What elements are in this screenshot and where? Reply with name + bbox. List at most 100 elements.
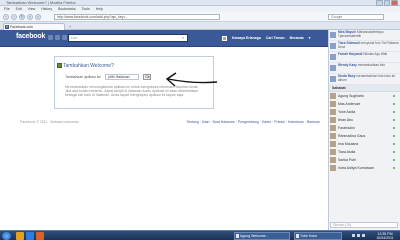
online-status-icon — [393, 95, 395, 97]
facebook-search-input[interactable]: Cari — [68, 34, 188, 42]
chat-name: Ibran Abu — [338, 118, 353, 122]
chat-contact[interactable]: Rahmadina Gaus — [329, 132, 400, 140]
chat-avatar — [330, 125, 336, 131]
ticker-item[interactable]: Farrah Haryandi Nikolas Ayu Wati — [329, 52, 400, 63]
tab-facebook[interactable]: f Facebook.com — [3, 23, 65, 30]
footer-copyright: Facebook © 2011 · Bahasa Indonesia — [20, 120, 79, 124]
address-bar[interactable]: http://www.facebook.com/add.php?api_key=… — [54, 14, 220, 20]
add-to-row: Tambahkan aplikasi ke: pilih Halaman Ok — [65, 74, 152, 80]
menu-view[interactable]: View — [28, 7, 36, 11]
firefox-icon[interactable] — [36, 232, 44, 240]
taskbar-task[interactable]: Agung Welcome... — [234, 232, 290, 240]
home-link[interactable]: Beranda — [290, 35, 304, 41]
profile-link[interactable]: Kawaya Erlanaga — [232, 35, 261, 41]
chat-avatar — [330, 117, 336, 123]
online-status-icon — [393, 167, 395, 169]
menu-tools[interactable]: Tools — [82, 7, 90, 11]
chat-contact[interactable]: Sarika Putri — [329, 156, 400, 164]
page-select[interactable]: pilih Halaman — [105, 74, 140, 80]
chat-contact[interactable]: Yoke Asdia — [329, 108, 400, 116]
chat-name: Mas Anderuze — [338, 102, 361, 106]
menu-history[interactable]: History — [41, 7, 52, 11]
ok-button[interactable]: Ok — [143, 74, 152, 80]
search-icon[interactable]: ⌕ — [182, 35, 187, 41]
online-status-icon — [393, 143, 395, 145]
find-friends-link[interactable]: Cari Teman — [266, 35, 285, 41]
new-tab-button[interactable]: + — [67, 24, 73, 29]
online-status-icon — [393, 159, 395, 161]
back-icon[interactable]: ‹ — [3, 14, 9, 20]
ticker-text: menambahkan foto — [357, 63, 386, 67]
account-menu-icon[interactable]: ▾ — [309, 35, 311, 41]
volume-icon[interactable] — [357, 234, 360, 237]
add-to-label: Tambahkan aplikasi ke: — [65, 75, 102, 79]
ticker-name: Farrah Haryandi — [338, 52, 363, 56]
chat-name: Yoke Asdia — [338, 110, 356, 114]
online-status-icon — [393, 151, 395, 153]
clock-date: 10/04/2011 — [376, 236, 394, 240]
chat-name: Tiara Asdia — [338, 150, 356, 154]
avatar[interactable] — [222, 35, 227, 41]
chat-search-input[interactable]: Obrolan (18) — [330, 222, 398, 228]
chat-avatar — [330, 133, 336, 139]
notifications-icon[interactable] — [62, 35, 67, 40]
ticker-avatar — [330, 76, 336, 82]
chat-name: Indra Aditya Kurniawan — [338, 166, 374, 170]
right-sidebar: Mira Bayuni Mahasiswaterbayu Tjandarmate… — [328, 30, 400, 230]
taskbar-task[interactable]: Tubir Kotor — [294, 232, 342, 240]
chat-contact[interactable]: Mas Anderuze — [329, 100, 400, 108]
chat-name: Rahmadina Gaus — [338, 134, 366, 138]
ticker-text: Nikolas Ayu Wati — [363, 52, 388, 56]
facebook-user-nav: Kawaya Erlanaga Cari Teman Beranda ▾ — [222, 35, 310, 41]
online-status-icon — [393, 119, 395, 121]
dialog-title: Tambahkan Welcome? — [63, 63, 114, 69]
menu-file[interactable]: File — [4, 7, 10, 11]
browser-search-input[interactable]: Google — [328, 14, 384, 20]
task-label: Agung Welcome... — [240, 234, 269, 238]
footer-links[interactable]: Tentang · Iklan · Buat Halaman · Pengemb… — [187, 120, 320, 124]
home-icon[interactable]: ⌂ — [35, 14, 41, 20]
arrow-annotation-icon — [165, 72, 218, 87]
browser-icon[interactable] — [26, 232, 34, 240]
chat-avatar — [330, 149, 336, 155]
chat-avatar — [330, 93, 336, 99]
taskbar: Agung Welcome... Tubir Kotor 12:35 PM 10… — [0, 230, 400, 240]
flag-icon[interactable] — [362, 234, 365, 237]
window-icon — [236, 234, 239, 238]
chat-contact[interactable]: Indra Aditya Kurniawan — [329, 164, 400, 172]
menu-edit[interactable]: Edit — [16, 7, 22, 11]
taskbar-clock[interactable]: 12:35 PM 10/04/2011 — [372, 232, 398, 240]
task-label: Tubir Kotor — [300, 234, 318, 238]
friend-requests-icon[interactable] — [48, 35, 53, 40]
start-button[interactable] — [2, 232, 11, 240]
tab-strip: f Facebook.com + — [0, 22, 400, 30]
ticker-avatar — [330, 65, 336, 71]
ticker-name: Wendy Kasy — [338, 63, 357, 67]
reload-icon[interactable]: ↻ — [19, 14, 25, 20]
ticker-item[interactable]: Tiara Shimauli menyukai foto Tia Pratama… — [329, 41, 400, 52]
folder-icon[interactable] — [16, 232, 24, 240]
chat-contact[interactable]: Farahdaini — [329, 124, 400, 132]
ticker-item[interactable]: Dinda Rasy menambahkan foto baru ke albu… — [329, 74, 400, 85]
ticker-item[interactable]: Wendy Kasy menambahkan foto — [329, 63, 400, 74]
network-icon[interactable] — [352, 234, 355, 237]
chat-name: Ima Maulana — [338, 142, 359, 146]
forward-icon[interactable]: › — [11, 14, 17, 20]
chat-contact[interactable]: Agung Sugiharto — [329, 92, 400, 100]
chat-contact[interactable]: Ibran Abu — [329, 116, 400, 124]
menu-help[interactable]: Help — [96, 7, 103, 11]
stop-icon[interactable]: × — [27, 14, 33, 20]
messages-icon[interactable] — [55, 35, 60, 40]
online-status-icon — [393, 135, 395, 137]
facebook-header: facebook Cari ⌕ Kawaya Erlanaga Cari Tem… — [0, 30, 328, 47]
online-status-icon — [393, 103, 395, 105]
menu-bookmarks[interactable]: Bookmarks — [58, 7, 76, 11]
page-footer: Facebook © 2011 · Bahasa Indonesia Tenta… — [20, 120, 320, 124]
chat-contact[interactable]: Tiara Asdia — [329, 148, 400, 156]
ticker-item[interactable]: Mira Bayuni Mahasiswaterbayu Tjandarmate… — [329, 30, 400, 41]
chat-avatar — [330, 101, 336, 107]
chat-avatar — [330, 157, 336, 163]
chat-name: Sarika Putri — [338, 158, 357, 162]
chat-contact[interactable]: Ima Maulana — [329, 140, 400, 148]
facebook-logo[interactable]: facebook — [16, 33, 45, 40]
